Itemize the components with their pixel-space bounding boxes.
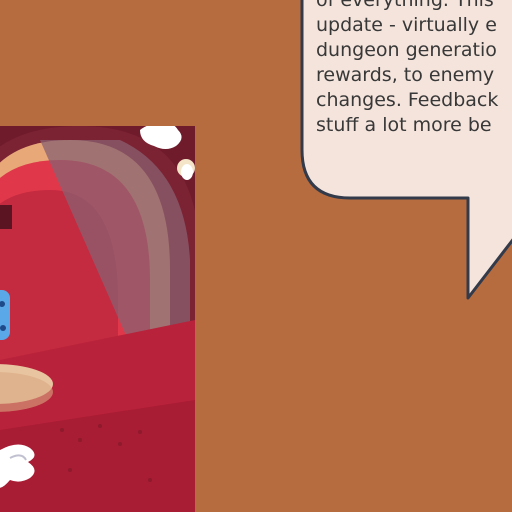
bubble-line: update - virtually e (316, 14, 497, 36)
bubble-line: of everything. This (316, 0, 494, 11)
speech-bubble-text: of everything. This update - virtually e… (316, 0, 512, 138)
bubble-line: stuff a lot more be (316, 114, 492, 136)
dungeon-archway-artwork (0, 126, 195, 512)
bubble-line: dungeon generatio (316, 39, 497, 61)
bubble-line: rewards, to enemy (316, 64, 495, 86)
bubble-line: changes. Feedback (316, 89, 499, 111)
